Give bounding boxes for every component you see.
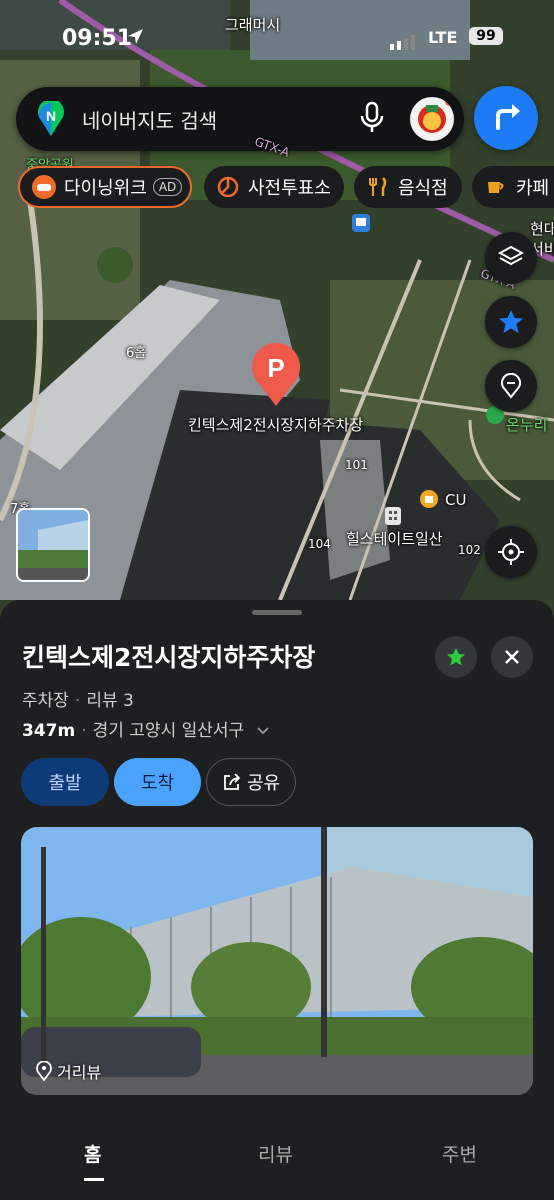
location-arrow-icon [128, 29, 143, 44]
chip-label: 음식점 [398, 178, 448, 199]
place-title: 킨텍스제2전시장지하주차장 [22, 643, 316, 672]
search-bar[interactable]: N 네이버지도 검색 [16, 87, 464, 151]
search-input[interactable]: 네이버지도 검색 [82, 105, 217, 134]
bus-stop-icon[interactable] [352, 214, 370, 232]
map-layers-button[interactable] [485, 232, 537, 284]
map-label-hall-6: 6홀 [126, 346, 147, 361]
favorites-button[interactable] [485, 296, 537, 348]
ad-badge: AD [152, 178, 183, 196]
battery-level: 99 [469, 27, 503, 45]
clock: 09:51 [62, 26, 133, 51]
microphone-icon[interactable] [358, 101, 386, 135]
map-label-hyundai[interactable]: 현대 [530, 218, 554, 239]
tab-nearby[interactable]: 주변 [442, 1140, 477, 1167]
address: 경기 고양시 일산서구 [92, 721, 245, 741]
street-view-thumbnail[interactable] [16, 508, 90, 582]
map-label-101: 101 [345, 458, 368, 472]
share-label: 공유 [246, 773, 281, 794]
chip-cafe[interactable]: 카페 [472, 166, 554, 208]
arrive-button[interactable]: 도착 [114, 758, 201, 806]
parking-pin-icon[interactable]: P [250, 342, 302, 408]
chip-label: 사전투표소 [248, 178, 331, 199]
close-icon [505, 650, 519, 664]
active-tab-indicator [84, 1178, 104, 1181]
map-view[interactable]: 09:51 LTE 99 그래머시 중앙공원 N 네이버지도 검색 [0, 0, 554, 620]
tab-home[interactable]: 홈 [84, 1140, 101, 1167]
signal-icon [390, 35, 415, 50]
tab-reviews[interactable]: 리뷰 [258, 1140, 293, 1167]
map-label-parking[interactable]: 킨텍스제2전시장지하주차장 [188, 414, 363, 435]
naver-map-logo-icon: N [38, 101, 64, 136]
distance: 347m [22, 721, 76, 741]
sheet-drag-handle[interactable] [252, 610, 302, 615]
map-label-hillstate[interactable]: 힐스테이트일산 [346, 528, 443, 549]
chip-label: 다이닝위크 [64, 178, 147, 199]
street-view-image [21, 827, 533, 1095]
share-button[interactable]: 공유 [206, 758, 296, 806]
save-favorite-button[interactable] [435, 636, 477, 678]
depart-button[interactable]: 출발 [21, 758, 109, 806]
map-label-onnuri[interactable]: 온누리 [506, 414, 547, 435]
close-button[interactable] [491, 636, 533, 678]
place-location-row[interactable]: 347m · 경기 고양시 일산서구 [22, 716, 270, 741]
dining-icon [32, 175, 56, 199]
location-pin-icon [36, 1061, 52, 1081]
chip-early-voting[interactable]: 사전투표소 [204, 166, 344, 208]
star-icon [447, 648, 465, 666]
chip-dining-week[interactable]: 다이닝위크 AD [18, 166, 192, 208]
location-pin-button[interactable] [485, 360, 537, 412]
street-view-photo[interactable]: 거리뷰 [21, 827, 533, 1095]
star-icon [499, 310, 523, 333]
chip-label: 카페 [516, 178, 550, 199]
street-view-label[interactable]: 거리뷰 [35, 1059, 101, 1083]
svg-text:N: N [46, 108, 56, 124]
profile-avatar[interactable] [410, 97, 454, 141]
cafe-icon [484, 175, 508, 199]
chevron-down-icon [256, 727, 269, 735]
restaurant-icon [366, 175, 390, 199]
apartment-icon[interactable] [384, 506, 402, 526]
directions-button[interactable] [474, 86, 538, 150]
place-detail-sheet: 킨텍스제2전시장지하주차장 주차장 · 리뷰 3 347m · 경기 고양시 일산서구 … [0, 600, 554, 1200]
place-meta-row: 주차장 · 리뷰 3 [22, 691, 134, 711]
map-label-grammercy[interactable]: 그래머시 [225, 14, 280, 35]
network-type: LTE [428, 28, 458, 47]
current-location-button[interactable] [485, 526, 537, 578]
detail-tabs: 홈 리뷰 주변 [0, 1134, 554, 1200]
map-marker-icon [501, 373, 521, 399]
map-label-104: 104 [308, 537, 331, 551]
review-count[interactable]: 리뷰 3 [86, 691, 134, 711]
turn-right-arrow-icon [496, 104, 520, 130]
notification-dot [445, 97, 454, 106]
svg-text:P: P [267, 353, 284, 383]
map-label-102: 102 [458, 543, 481, 557]
crosshair-icon [498, 539, 524, 565]
share-icon [224, 773, 241, 790]
chip-restaurant[interactable]: 음식점 [354, 166, 462, 208]
street-view-text: 거리뷰 [57, 1063, 102, 1082]
category-chips: 다이닝위크 AD 사전투표소 음식점 카페 [18, 166, 554, 210]
map-label-cu[interactable]: CU [445, 491, 466, 509]
convenience-store-icon[interactable] [420, 490, 438, 508]
layers-icon [498, 245, 524, 266]
vote-icon [216, 175, 240, 199]
street-view-image [18, 510, 88, 580]
place-category: 주차장 [22, 691, 69, 711]
